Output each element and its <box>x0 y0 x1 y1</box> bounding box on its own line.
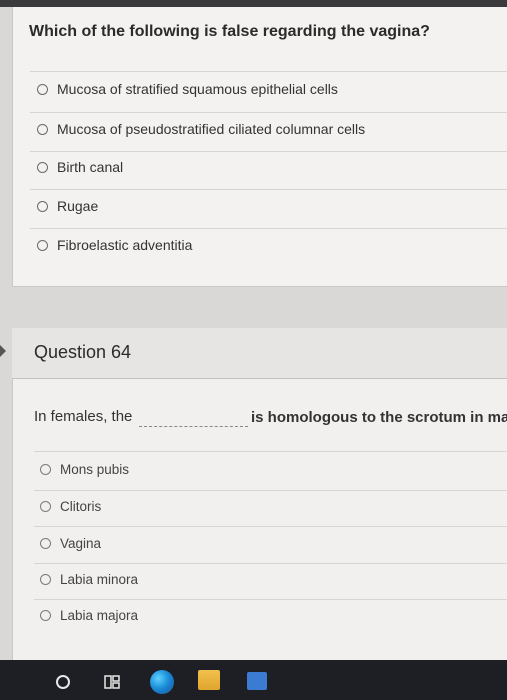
option-birth-canal[interactable]: Birth canal <box>37 155 123 179</box>
option-rugae[interactable]: Rugae <box>37 194 98 218</box>
radio-button[interactable] <box>40 463 51 475</box>
task-view-icon-graphic <box>104 675 120 689</box>
option-separator <box>34 599 507 600</box>
option-separator <box>34 451 507 452</box>
radio-button[interactable] <box>37 161 48 173</box>
radio-button[interactable] <box>37 200 48 212</box>
option-label: Mucosa of pseudostratified ciliated colu… <box>57 121 366 137</box>
file-explorer-icon[interactable] <box>198 670 220 690</box>
task-view-icon[interactable] <box>104 674 120 690</box>
top-band <box>0 0 507 7</box>
edge-browser-icon[interactable] <box>150 670 174 694</box>
option-label: Vagina <box>60 535 102 551</box>
store-icon[interactable] <box>247 672 267 690</box>
chevron-right-icon <box>0 345 6 357</box>
option-mucosa-pseudostratified[interactable]: Mucosa of pseudostratified ciliated colu… <box>37 117 365 141</box>
question-text: Which of the following is false regardin… <box>29 23 430 40</box>
question-title: Question 64 <box>34 342 132 362</box>
option-mucosa-stratified[interactable]: Mucosa of stratified squamous epithelial… <box>37 77 338 101</box>
option-labia-majora[interactable]: Labia majora <box>40 603 138 627</box>
option-label: Birth canal <box>57 159 124 175</box>
option-separator <box>34 563 507 564</box>
option-label: Mons pubis <box>60 461 130 477</box>
option-label: Labia majora <box>60 607 139 623</box>
option-separator <box>30 112 507 113</box>
option-separator <box>30 151 507 152</box>
option-clitoris[interactable]: Clitoris <box>40 494 101 518</box>
question-suffix: is homologous to the scrotum in male <box>251 409 507 426</box>
option-separator <box>34 490 507 491</box>
radio-button[interactable] <box>40 500 51 512</box>
option-separator <box>34 526 507 527</box>
radio-button[interactable] <box>37 83 48 95</box>
option-separator <box>30 228 507 229</box>
option-label: Clitoris <box>60 498 102 514</box>
option-separator <box>30 71 507 72</box>
option-mons-pubis[interactable]: Mons pubis <box>40 457 129 481</box>
option-separator <box>30 189 507 190</box>
radio-button[interactable] <box>37 123 48 135</box>
option-label: Mucosa of stratified squamous epithelial… <box>57 81 338 97</box>
radio-button[interactable] <box>37 239 48 251</box>
search-icon[interactable] <box>56 675 70 689</box>
option-fibroelastic-adventitia[interactable]: Fibroelastic adventitia <box>37 233 192 257</box>
option-label: Rugae <box>57 198 99 214</box>
option-label: Labia minora <box>60 571 139 587</box>
option-vagina[interactable]: Vagina <box>40 531 101 555</box>
radio-button[interactable] <box>40 573 51 585</box>
option-labia-minora[interactable]: Labia minora <box>40 567 138 591</box>
question-prefix: In females, the <box>34 408 133 425</box>
fill-in-blank <box>139 426 248 427</box>
radio-button[interactable] <box>40 537 51 549</box>
option-label: Fibroelastic adventitia <box>57 237 193 253</box>
radio-button[interactable] <box>40 609 51 621</box>
